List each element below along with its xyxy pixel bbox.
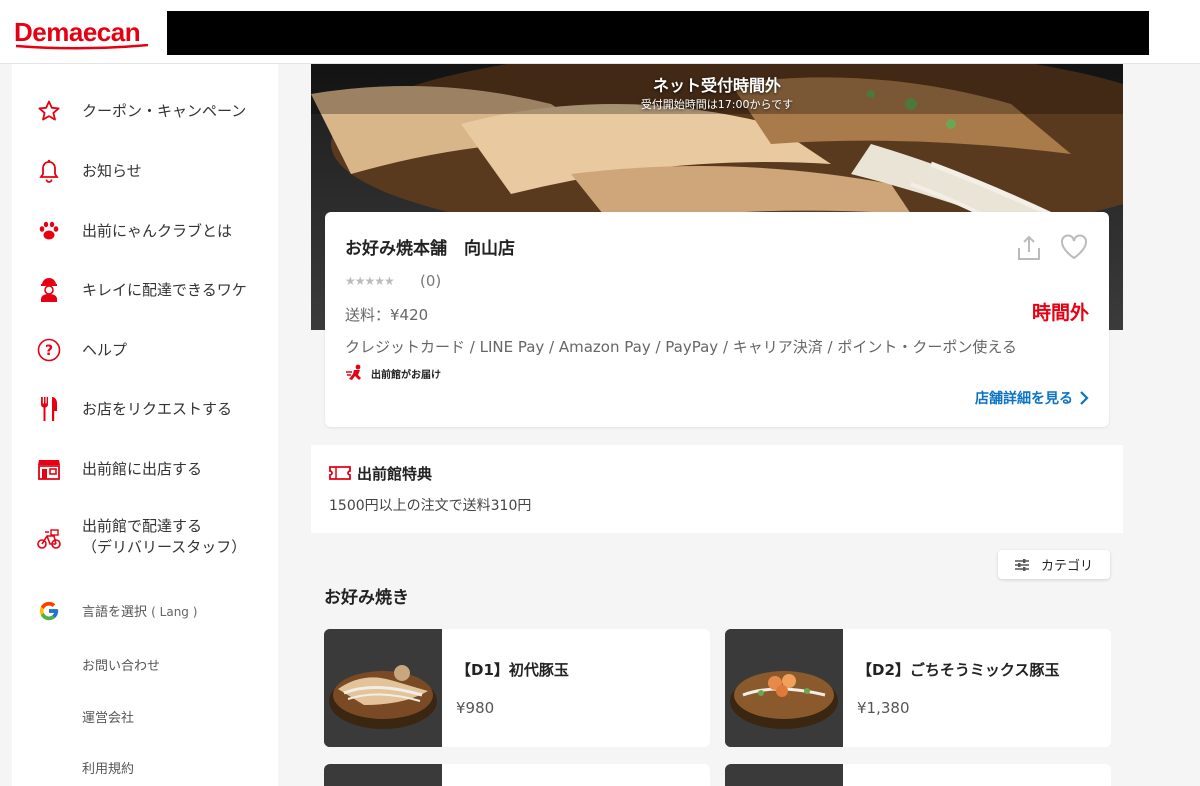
store-detail-link[interactable]: 店舗詳細を見る [975,388,1089,408]
google-icon [36,598,62,624]
hero-title: ネット受付時間外 [652,76,781,95]
share-icon[interactable] [1015,234,1043,262]
delivery-person-icon [36,277,62,303]
menu-item-partial[interactable] [725,764,1111,786]
language-text: 言語を選択 [82,605,148,620]
header: Demaecan [0,0,1200,64]
menu-item-partial[interactable] [324,764,710,786]
svg-text:?: ? [45,343,53,359]
language-selector[interactable]: 言語を選択 ( Lang ) [12,598,278,624]
sidebar-item-news[interactable]: お知らせ [12,158,278,184]
logo-swoosh-icon [16,44,148,50]
menu-item-name: 【D2】ごちそうミックス豚玉 [857,661,1060,679]
sidebar-item-become-courier[interactable]: 出前館で配達する （デリバリースタッフ） [12,516,278,562]
sidebar-item-nyan-club[interactable]: 出前にゃんクラブとは [12,218,278,244]
sidebar-item-label: 出前館に出店する [82,459,203,478]
perk-card: 出前館特典 1500円以上の注文で送料310円 [311,445,1123,533]
payment-methods: クレジットカード / LINE Pay / Amazon Pay / PayPa… [345,338,1017,356]
perk-title: 出前館特典 [357,465,433,483]
language-label: 言語を選択 ( Lang ) [82,601,197,620]
rating-count: (0) [420,272,442,290]
paw-icon [36,218,62,244]
sidebar-item-label: お店をリクエストする [82,399,233,418]
filter-sliders-icon [1014,558,1029,571]
help-icon: ? [36,337,62,363]
link-contact[interactable]: お問い合わせ [82,655,160,674]
sidebar-item-label: クーポン・キャンペーン [82,101,247,120]
sidebar-item-label: 出前にゃんクラブとは [82,221,233,240]
sidebar-item-help[interactable]: ? ヘルプ [12,337,278,363]
sidebar-item-clean-delivery[interactable]: キレイに配達できるワケ [12,277,278,303]
delivery-badge: 出前館がお届け [345,364,441,382]
menu-item-price: ¥980 [456,699,495,717]
rating-stars: ★★★★★ [345,274,395,288]
star-icon [36,98,62,124]
storefront-icon [36,456,62,482]
language-sub-text: ( Lang ) [151,605,198,619]
menu-item-photo [725,764,843,786]
okonomiyaki-thumb [725,629,843,747]
delivery-fee: 送料：¥420 [345,306,429,324]
logo-text: Demaecan [14,17,141,47]
sidebar-item-open-store[interactable]: 出前館に出店する [12,456,278,482]
demaecan-logo[interactable]: Demaecan [14,14,148,50]
menu-item-photo [725,629,843,747]
ticket-icon [329,466,351,480]
menu-item-photo [324,764,442,786]
delivery-badge-label: 出前館がお届け [371,369,441,381]
sidebar-item-label: ヘルプ [82,340,128,359]
shop-info-card: お好み焼本舗 向山店 ★★★★★ (0) 送料：¥420 時間外 クレジットカー… [325,212,1109,427]
heart-favorite-icon[interactable] [1059,232,1089,262]
perk-text: 1500円以上の注文で送料310円 [329,498,532,514]
category-button-label: カテゴリ [1040,559,1093,574]
category-button[interactable]: カテゴリ [998,550,1110,579]
link-terms[interactable]: 利用規約 [82,758,134,777]
fork-knife-icon [36,396,62,422]
sidebar: クーポン・キャンペーン お知らせ 出前にゃんクラブとは キレイに配達できるワケ … [12,64,278,786]
okonomiyaki-thumb [324,629,442,747]
sidebar-item-coupons[interactable]: クーポン・キャンペーン [12,98,278,124]
link-company[interactable]: 運営会社 [82,707,134,726]
sidebar-item-request-store[interactable]: お店をリクエストする [12,396,278,422]
delivery-runner-icon [346,364,361,380]
hero-subtitle: 受付開始時間は17:00からです [640,98,794,111]
bell-icon [36,158,62,184]
menu-item-price: ¥1,380 [857,699,910,717]
bicycle-icon [36,526,62,552]
status-badge: 時間外 [1031,302,1089,324]
menu-item-name: 【D1】初代豚玉 [456,661,569,679]
menu-item[interactable]: 【D2】ごちそうミックス豚玉 ¥1,380 [725,629,1111,747]
sidebar-item-label: お知らせ [82,161,142,180]
store-detail-label: 店舗詳細を見る [975,391,1073,407]
section-title: お好み焼き [324,588,409,608]
shop-name: お好み焼本舗 向山店 [345,239,515,259]
sidebar-item-label: 出前館で配達する （デリバリースタッフ） [82,517,247,556]
sidebar-item-label: キレイに配達できるワケ [82,280,247,299]
redacted-search-bar[interactable] [167,11,1149,55]
menu-item[interactable]: 【D1】初代豚玉 ¥980 [324,629,710,747]
menu-item-photo [324,629,442,747]
chevron-right-icon [1080,391,1089,405]
